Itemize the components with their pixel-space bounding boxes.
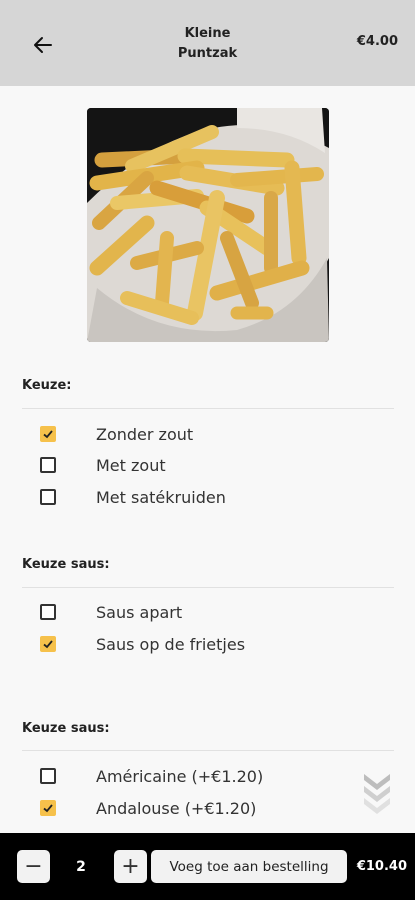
quantity-value: 2 [76,858,86,875]
increase-quantity-button[interactable]: + [114,850,147,883]
checkbox-unchecked[interactable] [40,489,56,505]
checkmark-icon [43,430,53,439]
option-americaine[interactable]: Américaine (+€1.20) [40,764,263,788]
option-label: Met satékruiden [96,487,226,507]
checkbox-checked[interactable] [40,636,56,652]
checkbox-checked[interactable] [40,426,56,442]
checkbox-checked[interactable] [40,800,56,816]
option-saus-op-de-frietjes[interactable]: Saus op de frietjes [40,632,245,656]
checkbox-unchecked[interactable] [40,457,56,473]
scroll-down-hint[interactable] [362,772,392,822]
checkbox-unchecked[interactable] [40,768,56,784]
section-title-keuze-saus-2: Keuze saus: [22,721,110,736]
checkmark-icon [43,804,53,813]
add-to-order-button[interactable]: Voeg toe aan bestelling [151,850,347,883]
option-label: Américaine (+€1.20) [96,766,264,786]
option-label: Andalouse (+€1.20) [96,798,257,818]
option-label: Saus op de frietjes [96,634,246,654]
divider [22,750,394,751]
product-image [87,108,329,342]
product-title-line1: Kleine [184,26,231,41]
section-title-keuze-saus: Keuze saus: [22,557,110,572]
arrow-left-icon [34,37,52,53]
option-zonder-zout[interactable]: Zonder zout [40,422,193,446]
bottom-bar: − 2 + Voeg toe aan bestelling €10.40 [0,833,415,900]
option-label: Met zout [96,455,166,475]
product-title-line2: Puntzak [177,46,238,61]
header: Kleine Puntzak €4.00 [0,0,415,86]
order-total: €10.40 [356,859,407,874]
back-button[interactable] [28,28,58,62]
option-andalouse[interactable]: Andalouse (+€1.20) [40,796,256,820]
section-title-keuze: Keuze: [22,378,72,393]
product-price: €4.00 [356,34,398,49]
checkmark-icon [43,640,53,649]
option-met-zout[interactable]: Met zout [40,453,166,477]
chevrons-down-icon [364,774,390,814]
product-title: Kleine Puntzak [130,24,285,64]
option-met-satekruiden[interactable]: Met satékruiden [40,485,226,509]
option-label: Zonder zout [96,424,194,444]
option-label: Saus apart [96,602,183,622]
decrease-quantity-button[interactable]: − [17,850,50,883]
option-saus-apart[interactable]: Saus apart [40,600,182,624]
checkbox-unchecked[interactable] [40,604,56,620]
fries-in-paper-cone-photo [87,108,329,342]
divider [22,408,394,409]
divider [22,587,394,588]
